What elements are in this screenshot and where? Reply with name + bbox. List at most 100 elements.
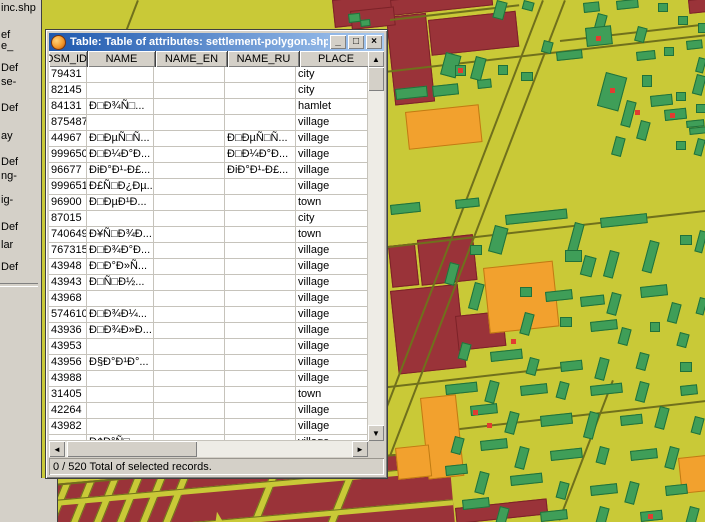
- table-row[interactable]: 84131Ð□Ð¾Ñ□...hamlet: [49, 99, 368, 115]
- table-row[interactable]: 740649Ð¥Ñ□Ð¾Ð...town: [49, 227, 368, 243]
- cell-name_ru[interactable]: [225, 67, 296, 83]
- cell-name_ru[interactable]: [225, 323, 296, 339]
- table-row[interactable]: 43948Ð□Ð°Ð»Ñ...village: [49, 259, 368, 275]
- cell-name_en[interactable]: [154, 99, 225, 115]
- cell-name[interactable]: Ð□Ð°Ð»Ñ...: [87, 259, 154, 275]
- table-row[interactable]: 96900Ð□ÐµÐ¹Ð...town: [49, 195, 368, 211]
- cell-name_en[interactable]: [154, 131, 225, 147]
- cell-place[interactable]: city: [296, 83, 368, 99]
- cell-osm_id[interactable]: 875487: [49, 115, 87, 131]
- cell-place[interactable]: village: [296, 275, 368, 291]
- table-row[interactable]: 43982village: [49, 419, 368, 435]
- cell-place[interactable]: village: [296, 403, 368, 419]
- table-row[interactable]: 82145city: [49, 83, 368, 99]
- cell-place[interactable]: village: [296, 131, 368, 147]
- cell-place[interactable]: village: [296, 355, 368, 371]
- table-row[interactable]: 43988village: [49, 371, 368, 387]
- cell-name[interactable]: [87, 115, 154, 131]
- table-row[interactable]: 999651Ð£Ñ□Ð¿Ðµ...village: [49, 179, 368, 195]
- table-row[interactable]: 43943Ð□Ñ□Ð½... village: [49, 275, 368, 291]
- cell-place[interactable]: village: [296, 243, 368, 259]
- cell-name_ru[interactable]: [225, 403, 296, 419]
- cell-name[interactable]: [87, 291, 154, 307]
- cell-name[interactable]: [87, 419, 154, 435]
- cell-name_en[interactable]: [154, 259, 225, 275]
- vertical-scrollbar[interactable]: ▲ ▼: [368, 51, 384, 441]
- cell-name[interactable]: [87, 387, 154, 403]
- cell-place[interactable]: village: [296, 163, 368, 179]
- cell-name[interactable]: [87, 211, 154, 227]
- maximize-button[interactable]: □: [348, 35, 364, 49]
- scroll-up-button[interactable]: ▲: [368, 51, 384, 67]
- cell-place[interactable]: village: [296, 115, 368, 131]
- cell-osm_id[interactable]: 96677: [49, 163, 87, 179]
- cell-name_en[interactable]: [154, 323, 225, 339]
- cell-place[interactable]: village: [296, 323, 368, 339]
- cell-name[interactable]: Ð□Ð¾Ñ□...: [87, 99, 154, 115]
- cell-name[interactable]: Ð§Ð°Ð¹Ð°...: [87, 355, 154, 371]
- horizontal-scroll-thumb[interactable]: [67, 441, 197, 457]
- cell-name[interactable]: [87, 371, 154, 387]
- cell-name_en[interactable]: [154, 355, 225, 371]
- cell-place[interactable]: town: [296, 387, 368, 403]
- cell-place[interactable]: town: [296, 195, 368, 211]
- cell-place[interactable]: hamlet: [296, 99, 368, 115]
- cell-name_en[interactable]: [154, 275, 225, 291]
- cell-name[interactable]: Ð¥Ñ□Ð¾Ð...: [87, 227, 154, 243]
- cell-name[interactable]: [87, 67, 154, 83]
- cell-name_ru[interactable]: [225, 355, 296, 371]
- cell-name_ru[interactable]: [225, 339, 296, 355]
- cell-name_ru[interactable]: [225, 291, 296, 307]
- table-row[interactable]: 43936Ð□Ð¾Ð»Ð...village: [49, 323, 368, 339]
- cell-name_en[interactable]: [154, 163, 225, 179]
- table-row[interactable]: 999650Ð□Ð¼Ð°Ð...Ð□Ð¼Ð°Ð...village: [49, 147, 368, 163]
- cell-name_ru[interactable]: [225, 243, 296, 259]
- cell-place[interactable]: village: [296, 291, 368, 307]
- cell-name_ru[interactable]: [225, 99, 296, 115]
- cell-name_en[interactable]: [154, 115, 225, 131]
- cell-name_ru[interactable]: [225, 211, 296, 227]
- cell-osm_id[interactable]: 96900: [49, 195, 87, 211]
- cell-place[interactable]: city: [296, 211, 368, 227]
- cell-name[interactable]: [87, 403, 154, 419]
- table-row[interactable]: 574610Ð□Ð¾Ð¼...village: [49, 307, 368, 323]
- cell-place[interactable]: village: [296, 371, 368, 387]
- cell-name[interactable]: Ð£Ñ□Ð¿Ðµ...: [87, 179, 154, 195]
- cell-name_en[interactable]: [154, 291, 225, 307]
- cell-name_ru[interactable]: [225, 179, 296, 195]
- cell-name_ru[interactable]: Ð□Ð¼Ð°Ð...: [225, 147, 296, 163]
- cell-osm_id[interactable]: 574610: [49, 307, 87, 323]
- cell-osm_id[interactable]: 43956: [49, 355, 87, 371]
- table-row[interactable]: 79431city: [49, 67, 368, 83]
- cell-name_en[interactable]: [154, 227, 225, 243]
- cell-name_ru[interactable]: [225, 227, 296, 243]
- cell-name[interactable]: ÐiÐ°Ð¹-Ð£...: [87, 163, 154, 179]
- cell-osm_id[interactable]: 43968: [49, 291, 87, 307]
- cell-place[interactable]: village: [296, 307, 368, 323]
- cell-name_ru[interactable]: [225, 387, 296, 403]
- table-row[interactable]: 875487 village: [49, 115, 368, 131]
- cell-place[interactable]: village: [296, 147, 368, 163]
- column-header-name_en[interactable]: NAME_EN: [156, 51, 228, 67]
- cell-name_en[interactable]: [154, 83, 225, 99]
- cell-name[interactable]: Ð□Ñ□Ð½...: [87, 275, 154, 291]
- vertical-scroll-thumb[interactable]: [368, 67, 384, 91]
- cell-place[interactable]: village: [296, 179, 368, 195]
- close-button[interactable]: ×: [366, 35, 382, 49]
- cell-name_ru[interactable]: ÐiÐ°Ð¹-Ð£...: [225, 163, 296, 179]
- cell-name_ru[interactable]: [225, 83, 296, 99]
- cell-osm_id[interactable]: 43982: [49, 419, 87, 435]
- cell-osm_id[interactable]: 43936: [49, 323, 87, 339]
- cell-osm_id[interactable]: 87015: [49, 211, 87, 227]
- cell-name_en[interactable]: [154, 179, 225, 195]
- table-row[interactable]: 42264village: [49, 403, 368, 419]
- cell-osm_id[interactable]: 999650: [49, 147, 87, 163]
- cell-osm_id[interactable]: 43948: [49, 259, 87, 275]
- cell-name_en[interactable]: [154, 403, 225, 419]
- cell-place[interactable]: city: [296, 67, 368, 83]
- cell-name[interactable]: [87, 83, 154, 99]
- table-row[interactable]: 43968 village: [49, 291, 368, 307]
- cell-name_ru[interactable]: [225, 275, 296, 291]
- cell-name_en[interactable]: [154, 339, 225, 355]
- cell-osm_id[interactable]: 43943: [49, 275, 87, 291]
